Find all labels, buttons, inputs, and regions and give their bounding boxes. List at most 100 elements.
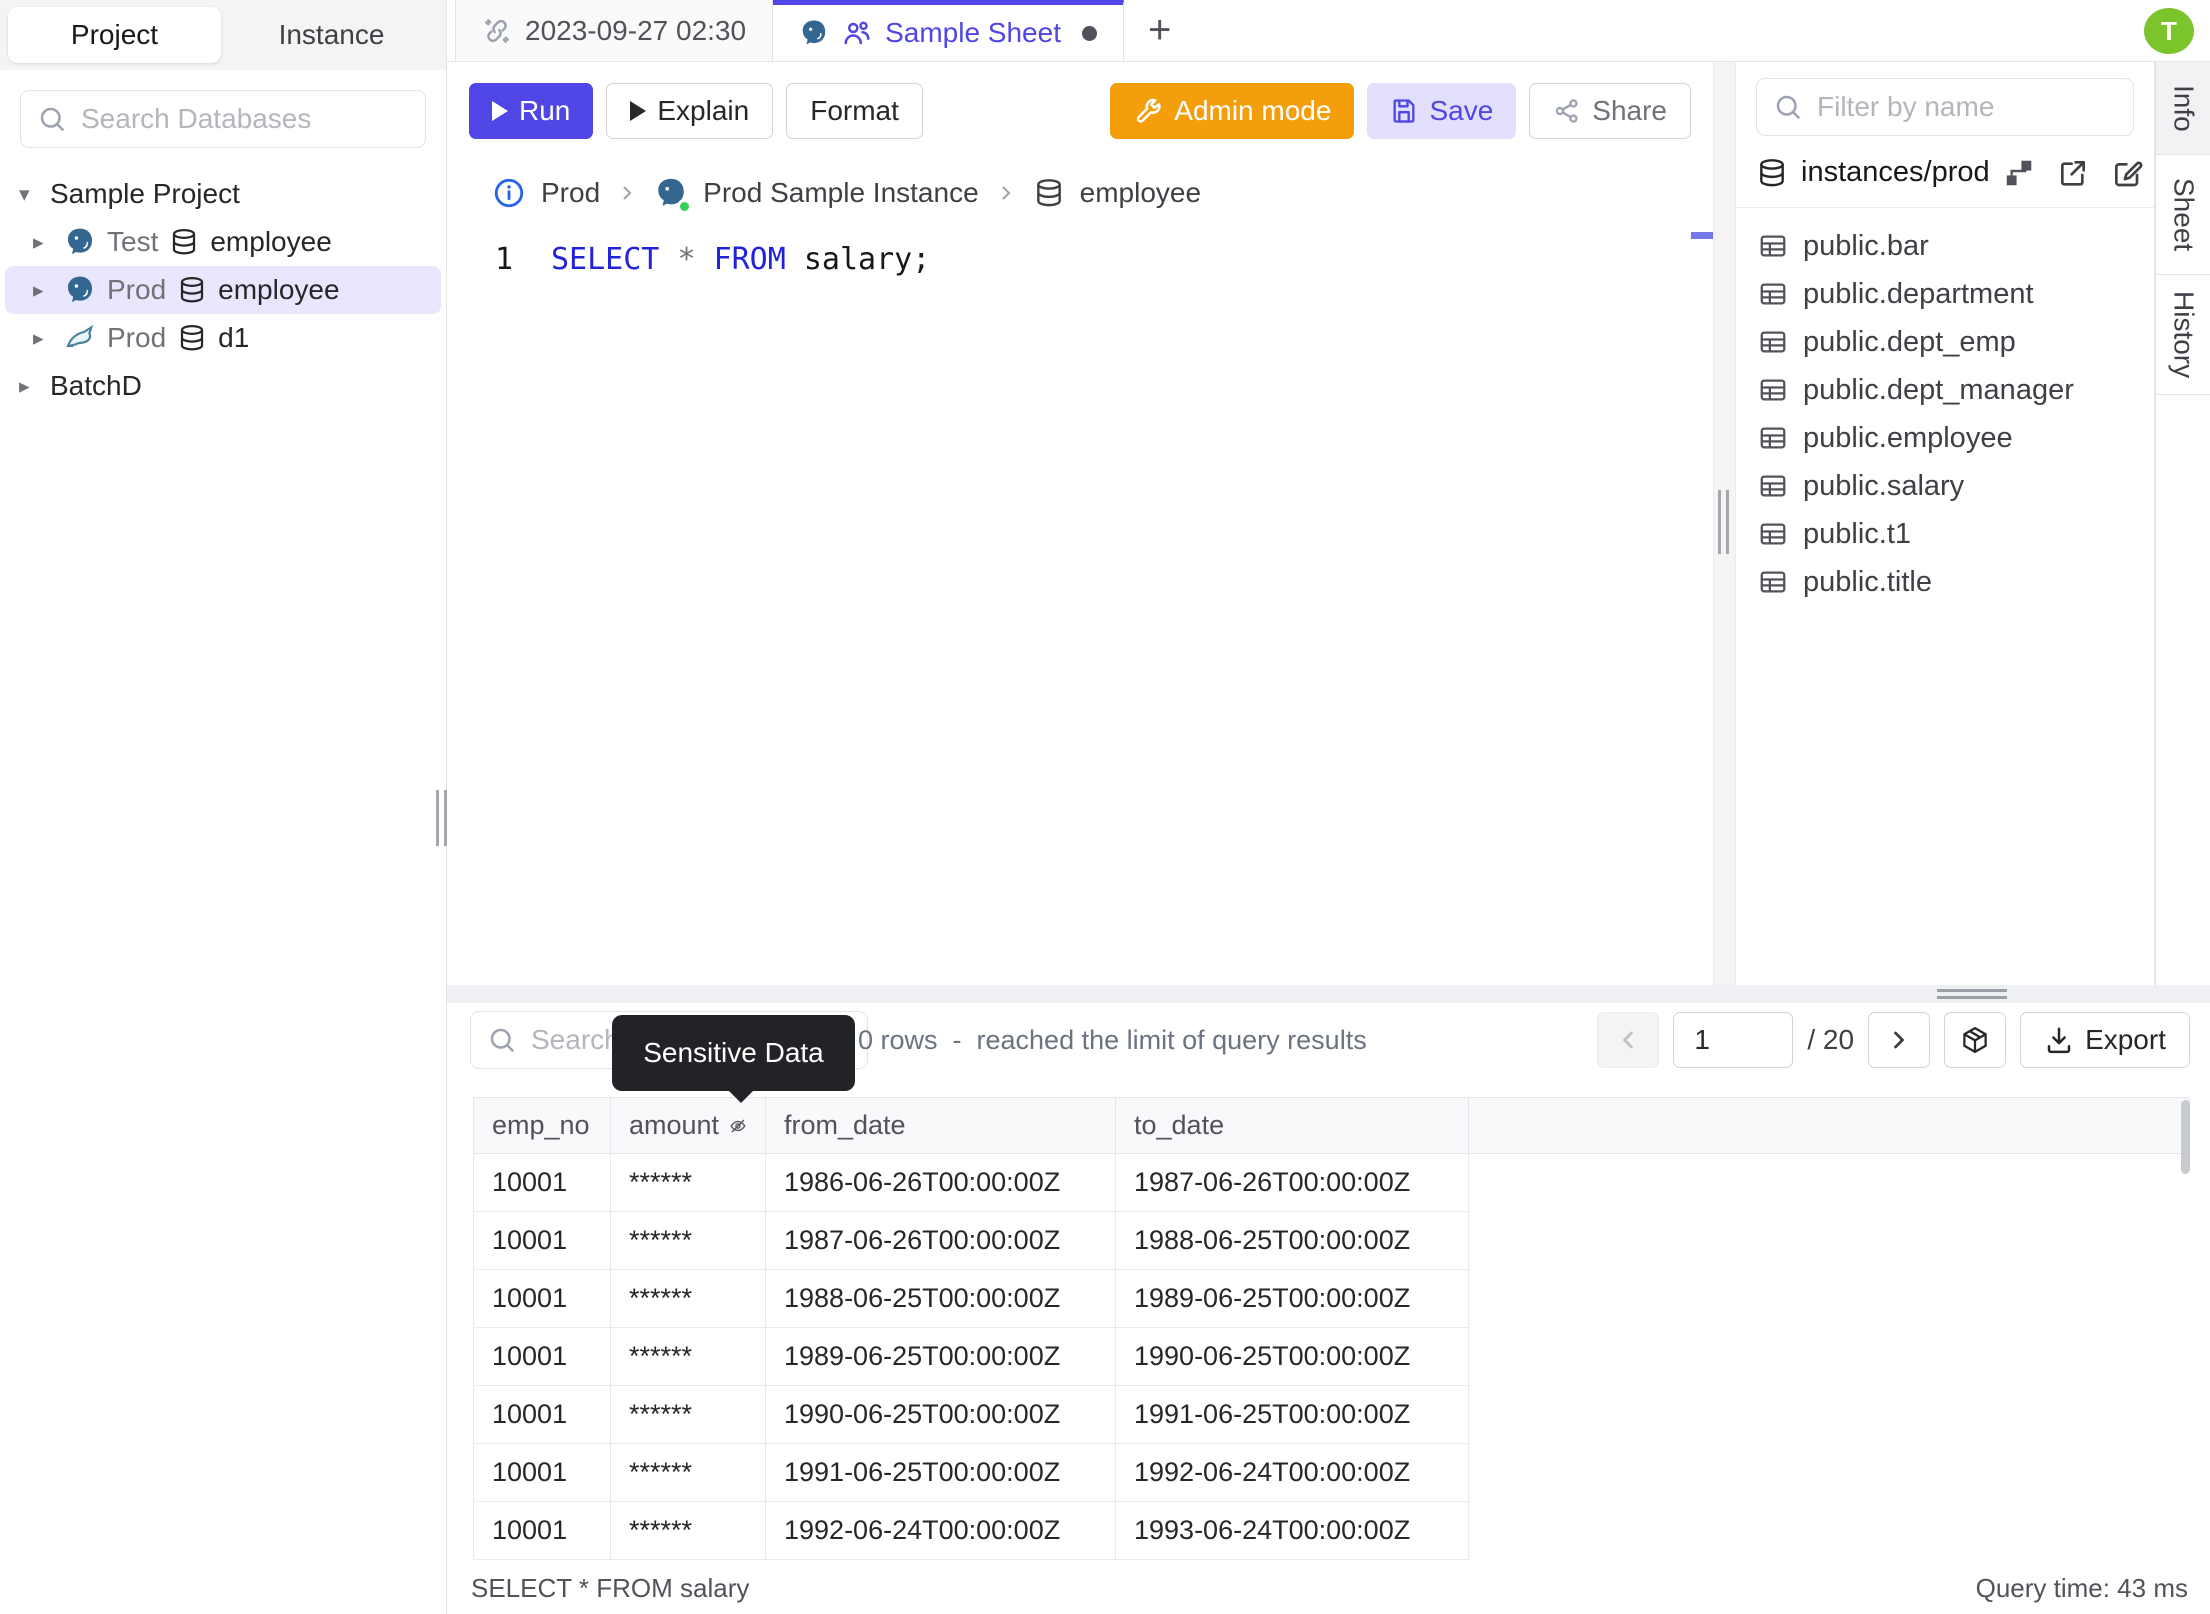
table-cell[interactable]: ****** <box>610 1501 766 1560</box>
table-list-item[interactable]: public.bar <box>1746 222 2144 270</box>
table-cell[interactable]: 1990-06-25T00:00:00Z <box>1115 1327 1469 1386</box>
schema-diagram-icon[interactable] <box>2003 157 2035 189</box>
table-list-item[interactable]: public.t1 <box>1746 510 2144 558</box>
column-header[interactable]: to_date <box>1115 1097 1469 1154</box>
table-cell[interactable]: 1987-06-26T00:00:00Z <box>765 1211 1116 1270</box>
table-list-item[interactable]: public.dept_emp <box>1746 318 2144 366</box>
tree-database-row[interactable]: ▸ Prod d1 <box>5 314 441 362</box>
table-cell[interactable]: ****** <box>610 1443 766 1502</box>
table-cell[interactable]: 1992-06-24T00:00:00Z <box>765 1501 1116 1560</box>
tab-instance[interactable]: Instance <box>225 7 438 63</box>
table-cell[interactable]: 1993-06-24T00:00:00Z <box>1115 1501 1469 1560</box>
table-cell[interactable]: ****** <box>610 1153 766 1212</box>
table-list-item[interactable]: public.title <box>1746 558 2144 606</box>
table-cell[interactable]: 1989-06-25T00:00:00Z <box>1115 1269 1469 1328</box>
explain-button[interactable]: Explain <box>606 83 774 139</box>
breadcrumb-instance[interactable]: Prod Sample Instance <box>703 177 979 209</box>
table-cell[interactable]: 10001 <box>473 1211 611 1270</box>
page-number-input[interactable] <box>1673 1012 1794 1068</box>
editor-tab-adhoc[interactable]: 2023-09-27 02:30 <box>455 0 774 61</box>
table-row[interactable]: 10001 ****** 1986-06-26T00:00:00Z 1987-06-2… <box>473 1153 2190 1212</box>
tab-sheet[interactable]: Sheet <box>2156 155 2210 275</box>
edit-icon[interactable] <box>2111 157 2143 189</box>
save-button[interactable]: Save <box>1367 83 1517 139</box>
eye-off-icon <box>730 1119 746 1132</box>
table-cell[interactable]: 10001 <box>473 1327 611 1386</box>
table-list-item[interactable]: public.employee <box>1746 414 2144 462</box>
info-icon[interactable] <box>492 176 526 210</box>
schema-panel-title: instances/prod <box>1801 156 1990 188</box>
table-row[interactable]: 10001 ****** 1989-06-25T00:00:00Z 1990-06-2… <box>473 1327 2190 1386</box>
table-cell[interactable]: 10001 <box>473 1443 611 1502</box>
table-cell[interactable]: 1991-06-25T00:00:00Z <box>765 1443 1116 1502</box>
table-row[interactable]: 10001 ****** 1990-06-25T00:00:00Z 1991-06-2… <box>473 1385 2190 1444</box>
prev-page-button[interactable] <box>1597 1012 1660 1068</box>
tree-project-row[interactable]: ▸ BatchD <box>5 362 441 410</box>
panel-resize-handle[interactable] <box>1718 490 1731 554</box>
search-databases-input[interactable] <box>81 103 409 135</box>
external-link-icon[interactable] <box>2057 157 2089 189</box>
table-cell[interactable]: 1989-06-25T00:00:00Z <box>765 1327 1116 1386</box>
table-cell[interactable]: 1990-06-25T00:00:00Z <box>765 1385 1116 1444</box>
table-row[interactable]: 10001 ****** 1991-06-25T00:00:00Z 1992-06-2… <box>473 1443 2190 1502</box>
table-cell[interactable]: 1988-06-25T00:00:00Z <box>765 1269 1116 1328</box>
tab-info[interactable]: Info <box>2156 62 2210 155</box>
next-page-button[interactable] <box>1868 1012 1931 1068</box>
tree-database-row[interactable]: ▸ Test employee <box>5 218 441 266</box>
caret-icon[interactable]: ▸ <box>19 374 39 399</box>
table-cell[interactable]: ****** <box>610 1211 766 1270</box>
table-list-item[interactable]: public.dept_manager <box>1746 366 2144 414</box>
column-header[interactable]: amount <box>610 1097 766 1154</box>
column-header[interactable]: emp_no <box>473 1097 611 1154</box>
sql-editor[interactable]: 1 SELECT * FROM salary; <box>447 226 1713 985</box>
table-icon <box>1760 427 1786 449</box>
export-button[interactable]: Export <box>2020 1012 2190 1068</box>
table-cell[interactable]: ****** <box>610 1327 766 1386</box>
table-cell[interactable]: 1992-06-24T00:00:00Z <box>1115 1443 1469 1502</box>
editor-tab-sample-sheet[interactable]: Sample Sheet <box>773 0 1124 61</box>
chevron-right-icon[interactable]: ▸ <box>33 326 53 351</box>
table-cell[interactable]: 1986-06-26T00:00:00Z <box>765 1153 1116 1212</box>
caret-icon[interactable]: ▾ <box>19 182 39 207</box>
tree-project-row[interactable]: ▾ Sample Project <box>5 170 441 218</box>
table-list-item[interactable]: public.salary <box>1746 462 2144 510</box>
table-cell-filler <box>1468 1269 2190 1328</box>
tree-database-row[interactable]: ▸ Prod employee <box>5 266 441 314</box>
column-header[interactable]: from_date <box>765 1097 1116 1154</box>
filter-by-name-input[interactable] <box>1817 91 2117 123</box>
breadcrumb-environment[interactable]: Prod <box>541 177 600 209</box>
table-cell[interactable]: ****** <box>610 1269 766 1328</box>
database-icon <box>181 277 204 303</box>
share-button[interactable]: Share <box>1529 83 1691 139</box>
tab-project[interactable]: Project <box>8 7 221 63</box>
sensitive-data-tooltip: Sensitive Data <box>612 1015 855 1103</box>
filter-box <box>1756 78 2134 136</box>
run-button[interactable]: Run <box>469 83 594 139</box>
table-cell[interactable]: 10001 <box>473 1385 611 1444</box>
new-tab-button[interactable]: + <box>1124 0 1195 61</box>
result-options-button[interactable] <box>1944 1012 2007 1068</box>
sidebar-resize-handle[interactable] <box>435 790 449 846</box>
chevron-right-icon[interactable]: ▸ <box>33 278 53 303</box>
results-resize-handle[interactable] <box>1937 989 2007 999</box>
breadcrumb-database[interactable]: employee <box>1080 177 1201 209</box>
avatar[interactable]: T <box>2144 8 2194 54</box>
table-row[interactable]: 10001 ****** 1992-06-24T00:00:00Z 1993-06-2… <box>473 1501 2190 1560</box>
tab-history[interactable]: History <box>2156 275 2210 395</box>
table-cell[interactable]: 10001 <box>473 1269 611 1328</box>
table-cell[interactable]: 1991-06-25T00:00:00Z <box>1115 1385 1469 1444</box>
table-row[interactable]: 10001 ****** 1988-06-25T00:00:00Z 1989-06-2… <box>473 1269 2190 1328</box>
table-cell[interactable]: 10001 <box>473 1501 611 1560</box>
table-cell[interactable]: ****** <box>610 1385 766 1444</box>
table-list-item[interactable]: public.department <box>1746 270 2144 318</box>
chevron-right-icon[interactable]: ▸ <box>33 230 53 255</box>
table-row[interactable]: 10001 ****** 1987-06-26T00:00:00Z 1988-06-2… <box>473 1211 2190 1270</box>
results-scrollbar[interactable] <box>2181 1100 2190 1174</box>
results-panel: 0 rows - reached the limit of query resu… <box>447 1003 2210 1614</box>
table-cell[interactable]: 1987-06-26T00:00:00Z <box>1115 1153 1469 1212</box>
table-cell[interactable]: 10001 <box>473 1153 611 1212</box>
admin-mode-button[interactable]: Admin mode <box>1110 83 1355 139</box>
query-time: Query time: 43 ms <box>1975 1573 2188 1603</box>
table-cell[interactable]: 1988-06-25T00:00:00Z <box>1115 1211 1469 1270</box>
format-button[interactable]: Format <box>786 83 923 139</box>
